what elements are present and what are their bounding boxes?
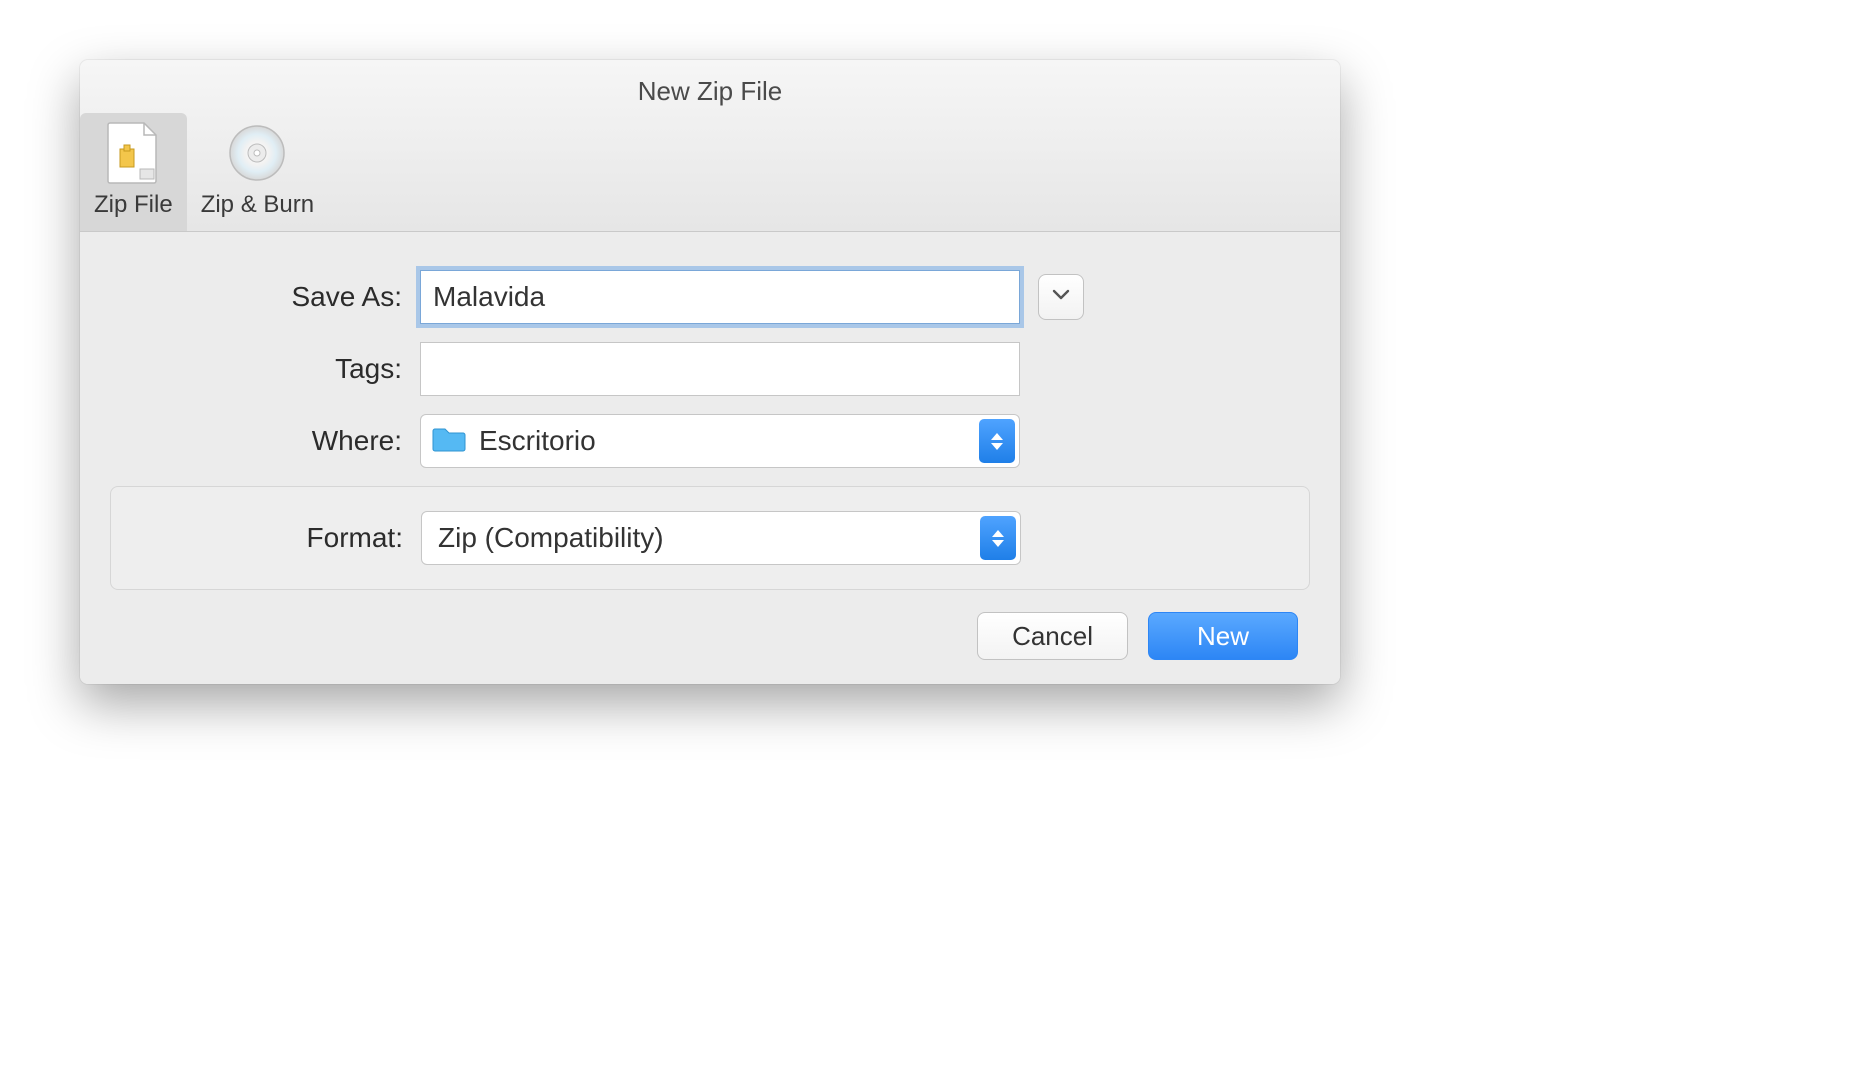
tab-zip-file[interactable]: Zip File (80, 113, 187, 231)
new-zip-dialog: New Zip File Zip File (80, 60, 1340, 684)
where-value: Escritorio (479, 425, 596, 457)
expand-button[interactable] (1038, 274, 1084, 320)
new-button[interactable]: New (1148, 612, 1298, 660)
format-label: Format: (111, 522, 421, 554)
tags-row: Tags: (110, 342, 1310, 396)
save-as-input[interactable] (420, 270, 1020, 324)
button-row: Cancel New (110, 612, 1310, 660)
tab-zip-burn[interactable]: Zip & Burn (187, 113, 328, 231)
save-as-row: Save As: (110, 270, 1310, 324)
tab-zip-file-label: Zip File (94, 191, 173, 219)
format-box: Format: Zip (Compatibility) (110, 486, 1310, 590)
tags-input[interactable] (420, 342, 1020, 396)
where-label: Where: (110, 425, 420, 457)
updown-icon (980, 516, 1016, 560)
toolbar: New Zip File Zip File (80, 60, 1340, 232)
chevron-down-icon (1052, 288, 1070, 306)
format-row: Format: Zip (Compatibility) (111, 511, 1309, 565)
cancel-button[interactable]: Cancel (977, 612, 1128, 660)
zip-file-icon (101, 121, 165, 185)
tags-label: Tags: (110, 353, 420, 385)
tab-zip-burn-label: Zip & Burn (201, 191, 314, 219)
disc-icon (225, 121, 289, 185)
tab-row: Zip File (80, 113, 1340, 231)
dialog-body: Save As: Tags: Where: Escritorio (80, 232, 1340, 684)
where-row: Where: Escritorio (110, 414, 1310, 468)
save-as-label: Save As: (110, 281, 420, 313)
format-select[interactable]: Zip (Compatibility) (421, 511, 1021, 565)
updown-icon (979, 419, 1015, 463)
format-value: Zip (Compatibility) (432, 522, 664, 554)
folder-icon (431, 425, 479, 458)
where-select[interactable]: Escritorio (420, 414, 1020, 468)
dialog-title: New Zip File (80, 60, 1340, 113)
